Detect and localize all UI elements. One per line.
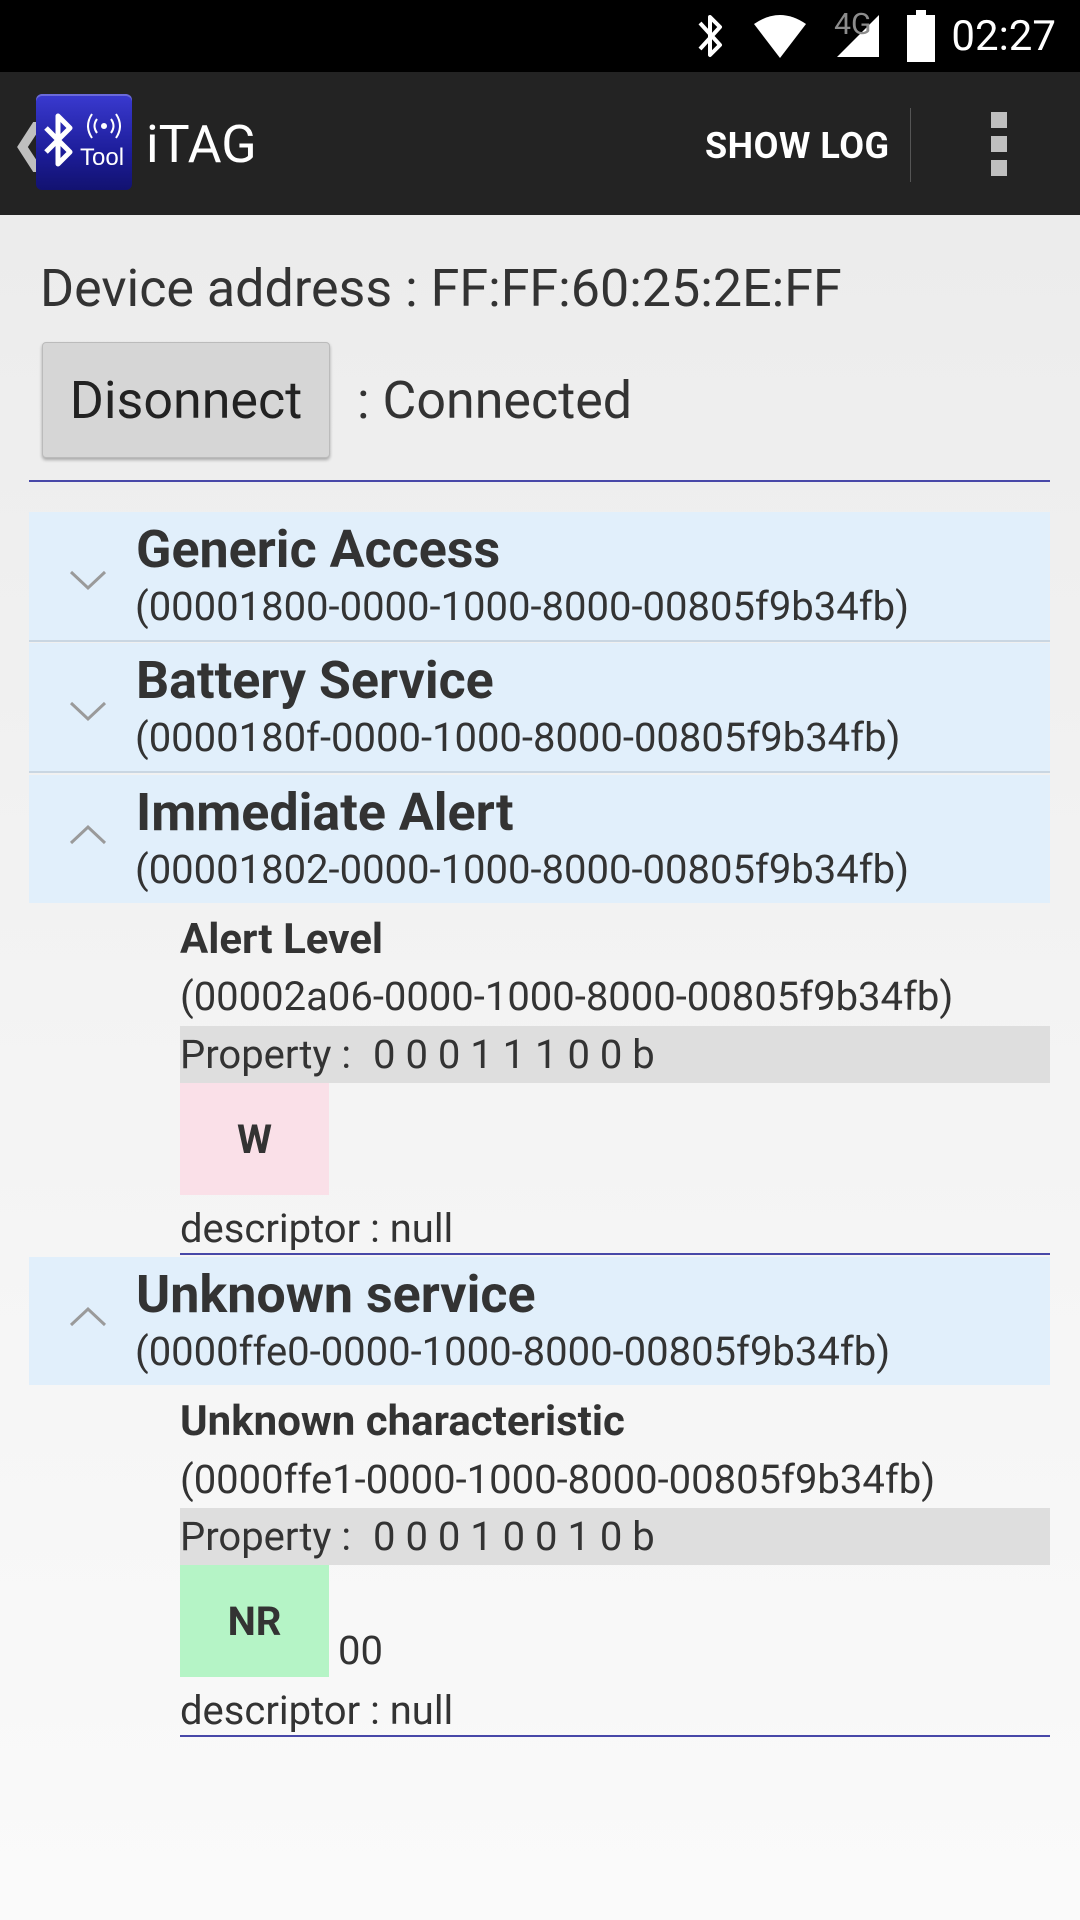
characteristic-uuid: (00002a06-0000-1000-8000-00805f9b34fb): [180, 973, 954, 1020]
service-uuid: (00001802-0000-1000-8000-00805f9b34fb): [135, 846, 910, 893]
bluetooth-icon: [690, 11, 730, 61]
chevron-up-icon: [63, 1301, 113, 1335]
service-name: Battery Service: [136, 650, 494, 711]
status-time: 02:27: [951, 11, 1056, 61]
bluetooth-tool-icon[interactable]: Tool: [36, 94, 132, 190]
chevron-up-icon: [63, 819, 113, 853]
characteristic-name: Unknown characteristic: [180, 1397, 625, 1446]
property-bar: Property : 0 0 0 1 1 1 0 0 b: [180, 1026, 1050, 1083]
service-name: Immediate Alert: [136, 782, 514, 843]
service-battery[interactable]: Battery Service (0000180f-0000-1000-8000…: [29, 643, 1050, 773]
app-title: iTAG: [146, 114, 257, 175]
device-address: Device address : FF:FF:60:25:2E:FF: [40, 258, 842, 319]
notify-read-button[interactable]: NR: [180, 1565, 329, 1677]
battery-icon: [907, 10, 936, 62]
service-uuid: (0000180f-0000-1000-8000-00805f9b34fb): [135, 714, 901, 761]
service-name: Generic Access: [136, 519, 501, 580]
property-bar: Property : 0 0 0 1 0 0 1 0 b: [180, 1508, 1050, 1565]
property-label: Property :: [180, 1031, 352, 1078]
app-bar-divider: [910, 108, 911, 182]
property-bits: 0 0 0 1 0 0 1 0 b: [373, 1513, 655, 1560]
content-area: Device address : FF:FF:60:25:2E:FF Dison…: [0, 215, 1080, 1920]
service-unknown[interactable]: Unknown service (0000ffe0-0000-1000-8000…: [29, 1257, 1050, 1385]
property-label: Property :: [180, 1513, 352, 1560]
connection-status: : Connected: [357, 370, 633, 431]
status-bar: 4G 02:27: [0, 0, 1080, 72]
divider: [180, 1735, 1050, 1737]
descriptor-text: descriptor : null: [180, 1687, 454, 1734]
service-immediate-alert[interactable]: Immediate Alert (00001802-0000-1000-8000…: [29, 775, 1050, 903]
service-generic-access[interactable]: Generic Access (00001800-0000-1000-8000-…: [29, 512, 1050, 642]
chevron-down-icon: [63, 562, 113, 596]
overflow-menu-icon[interactable]: [984, 112, 1014, 176]
service-name: Unknown service: [136, 1264, 536, 1325]
disconnect-button[interactable]: Disonnect: [42, 342, 330, 458]
descriptor-text: descriptor : null: [180, 1205, 454, 1252]
service-uuid: (0000ffe0-0000-1000-8000-00805f9b34fb): [135, 1328, 891, 1375]
app-bar: ❮ Tool iTAG SHOW LOG: [0, 72, 1080, 215]
characteristic-value: 00: [338, 1627, 383, 1674]
characteristic-name: Alert Level: [180, 915, 384, 964]
divider: [180, 1253, 1050, 1255]
write-button[interactable]: W: [180, 1083, 329, 1195]
chevron-down-icon: [63, 693, 113, 727]
status-icons: 4G 02:27: [690, 0, 1080, 72]
property-bits: 0 0 0 1 1 1 0 0 b: [373, 1031, 655, 1078]
wifi-icon: [752, 12, 808, 60]
show-log-button[interactable]: SHOW LOG: [705, 125, 890, 167]
network-type-label: 4G: [834, 6, 872, 42]
characteristic-uuid: (0000ffe1-0000-1000-8000-00805f9b34fb): [180, 1456, 936, 1503]
divider: [29, 480, 1050, 482]
app-icon-text: Tool: [80, 144, 125, 171]
service-uuid: (00001800-0000-1000-8000-00805f9b34fb): [135, 583, 910, 630]
